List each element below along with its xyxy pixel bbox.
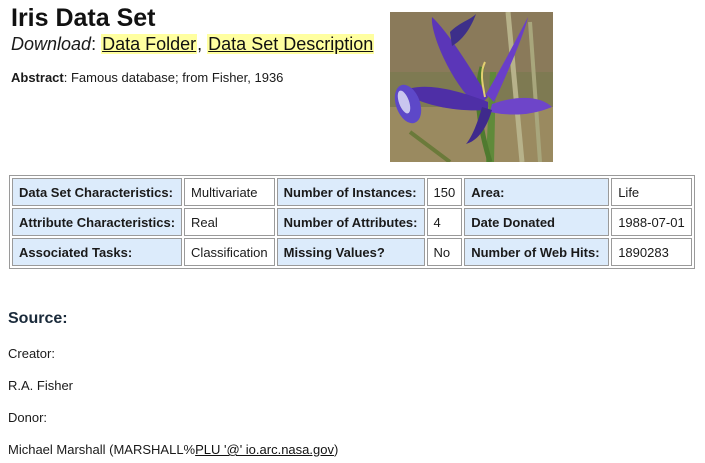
attributes-table: Data Set Characteristics: Multivariate N… — [9, 175, 695, 269]
data-folder-link[interactable]: Data Folder — [101, 34, 198, 54]
table-key-cell: Data Set Characteristics: — [12, 178, 183, 206]
abstract-text: : Famous database; from Fisher, 1936 — [63, 70, 284, 85]
donor-line: Michael Marshall (MARSHALL%PLU '@' io.ar… — [8, 442, 339, 457]
table-value-cell: No — [426, 238, 463, 266]
table-key-cell: Number of Web Hits: — [464, 238, 610, 266]
table-key-cell: Attribute Characteristics: — [12, 208, 183, 236]
abstract-label: Abstract — [11, 70, 64, 85]
abstract: Abstract: Famous database; from Fisher, … — [11, 70, 283, 86]
table-value-cell: 1890283 — [611, 238, 692, 266]
iris-flower-image — [390, 12, 553, 162]
download-label: Download — [11, 34, 92, 54]
table-value-cell: Life — [611, 178, 692, 206]
table-key-cell: Area: — [464, 178, 610, 206]
donor-name: Michael Marshall (MARSHALL% — [8, 442, 196, 457]
download-line: Download: Data Folder, Data Set Descript… — [11, 34, 375, 54]
table-value-cell: 1988-07-01 — [611, 208, 692, 236]
table-value-cell: Real — [184, 208, 275, 236]
data-set-description-link[interactable]: Data Set Description — [207, 34, 375, 54]
page-title: Iris Data Set — [11, 4, 156, 32]
table-row: Attribute Characteristics: Real Number o… — [12, 208, 692, 236]
table-value-cell: Multivariate — [184, 178, 275, 206]
table-value-cell: Classification — [184, 238, 275, 266]
table-key-cell: Associated Tasks: — [12, 238, 183, 266]
donor-label: Donor: — [8, 410, 48, 425]
creator-label: Creator: — [8, 346, 55, 361]
donor-email-link[interactable]: PLU '@' io.arc.nasa.gov — [195, 442, 334, 457]
table-key-cell: Date Donated — [464, 208, 610, 236]
table-key-cell: Missing Values? — [276, 238, 425, 266]
table-value-cell: 4 — [426, 208, 463, 236]
table-row: Associated Tasks: Classification Missing… — [12, 238, 692, 266]
table-key-cell: Number of Attributes: — [276, 208, 425, 236]
table-key-cell: Number of Instances: — [276, 178, 425, 206]
creator-name: R.A. Fisher — [8, 378, 74, 393]
table-value-cell: 150 — [426, 178, 463, 206]
table-row: Data Set Characteristics: Multivariate N… — [12, 178, 692, 206]
source-heading: Source: — [8, 310, 68, 327]
